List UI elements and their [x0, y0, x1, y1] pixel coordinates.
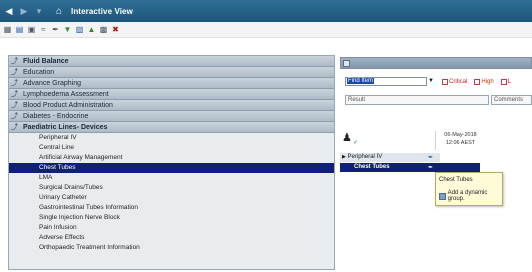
high-checkbox[interactable]: High — [474, 78, 494, 85]
tooltip-title: Chest Tubes — [439, 177, 473, 183]
filter-row: Find Item ▼ Critical High L — [345, 77, 511, 86]
nav-item-chest-tubes[interactable]: Chest Tubes — [9, 163, 334, 173]
section-advance-graphing[interactable]: ⤴ Advance Graphing — [9, 78, 334, 89]
high-label: High — [481, 78, 494, 85]
critical-checkbox[interactable]: Critical — [442, 78, 468, 85]
nav-item-surgical-drains[interactable]: Surgical Drains/Tubes — [9, 183, 334, 193]
nav-item-gi-tubes[interactable]: Gastrointestinal Tubes Information — [9, 203, 334, 213]
section-label: Fluid Balance — [23, 57, 69, 65]
critical-label: Critical — [449, 78, 468, 85]
band-icon: ⤴ — [11, 101, 18, 109]
toolbar: ▦ ▤ ▣ ≈ ✒ ▼ ▨ ▲ ▩ ✖ — [0, 22, 532, 38]
filter-icon[interactable]: ▼ — [63, 25, 72, 34]
checkbox-box[interactable] — [442, 78, 448, 85]
band-icon: ⤴ — [11, 79, 18, 87]
home-icon[interactable]: ⌂ — [53, 4, 65, 18]
tooltip-popup: Chest Tubes Add a dynamic group. — [435, 172, 503, 206]
title-bar: ◀ ▶ ▾ ⌂ Interactive View — [0, 0, 532, 22]
person-icon: ♟ — [342, 132, 352, 144]
section-label: Lymphoedema Assessment — [23, 90, 109, 98]
check-icon: ✓ — [353, 140, 359, 146]
back-icon[interactable]: ◀ — [3, 4, 15, 18]
section-label: Paediatric Lines- Devices — [23, 123, 108, 131]
last-checkbox[interactable]: L — [500, 78, 512, 85]
section-label: Advance Graphing — [23, 79, 81, 87]
chevron-down-icon[interactable]: ▼ — [428, 78, 434, 85]
table-icon[interactable]: ▤ — [15, 25, 24, 34]
add-dynamic-group-item[interactable]: Add a dynamic group. — [439, 190, 502, 202]
app-title: Interactive View — [71, 6, 133, 16]
forward-icon[interactable]: ▶ — [18, 4, 30, 18]
flowsheet-header — [340, 57, 532, 69]
navigator-panel: ⤴ Fluid Balance ⤴ Education ⤴ Advance Gr… — [8, 55, 335, 270]
close-icon[interactable]: ✖ — [111, 25, 120, 34]
row-chest-tubes[interactable]: Chest Tubes — [340, 163, 440, 172]
chart-icon[interactable]: ▲ — [87, 25, 96, 34]
wave-icon[interactable]: ≈ — [39, 25, 48, 34]
section-paediatric-lines[interactable]: ⤴ Paediatric Lines- Devices — [9, 122, 334, 133]
find-item-text: Find Item — [347, 78, 375, 84]
result-column-header[interactable]: Result — [345, 95, 489, 105]
section-education[interactable]: ⤴ Education — [9, 67, 334, 78]
column-date: 06-May-2018 — [444, 132, 477, 138]
form-icon[interactable]: ▨ — [75, 25, 84, 34]
date-column-header[interactable]: 06-May-2018 12:06 AEST — [435, 131, 485, 150]
column-time: 12:06 AEST — [445, 140, 476, 146]
section-label: Education — [23, 68, 55, 76]
group-icon — [439, 192, 446, 200]
band-icon: ⤴ — [11, 112, 18, 120]
properties-icon[interactable]: ▩ — [99, 25, 108, 34]
expand-icon[interactable]: ▶ — [342, 154, 346, 160]
row-label: Chest Tubes — [354, 164, 390, 170]
band-icon: ⤴ — [11, 57, 18, 65]
comments-column-header[interactable]: Comments — [491, 95, 532, 105]
nav-item-peripheral-iv[interactable]: Peripheral IV — [9, 133, 334, 143]
nav-item-orthopaedic[interactable]: Orthopaedic Treatment Information — [9, 243, 334, 253]
nav-item-urinary-catheter[interactable]: Urinary Catheter — [9, 193, 334, 203]
nav-item-lma[interactable]: LMA — [9, 173, 334, 183]
nav-item-central-line[interactable]: Central Line — [9, 143, 334, 153]
history-chevron-down-icon[interactable]: ▾ — [33, 4, 45, 18]
nav-item-adverse-effects[interactable]: Adverse Effects — [9, 233, 334, 243]
section-fluid-balance[interactable]: ⤴ Fluid Balance — [9, 56, 334, 67]
band-icon: ⤴ — [11, 123, 18, 131]
section-blood-product[interactable]: ⤴ Blood Product Administration — [9, 100, 334, 111]
pencil-icon[interactable]: ✒ — [51, 25, 60, 34]
section-label: Blood Product Administration — [23, 101, 113, 109]
row-peripheral-iv[interactable]: ▶ Peripheral IV — [340, 153, 440, 162]
band-icon: ⤴ — [11, 90, 18, 98]
row-label: Peripheral IV — [347, 154, 383, 160]
edit-icon[interactable]: ✒ — [428, 164, 437, 172]
find-item-select[interactable]: Find Item ▼ — [345, 77, 434, 86]
checkbox-box[interactable] — [474, 78, 481, 85]
last-label: L — [507, 78, 512, 85]
section-diabetes[interactable]: ⤴ Diabetes - Endocrine — [9, 111, 334, 122]
checkbox-box[interactable] — [500, 78, 507, 85]
nav-item-pain-infusion[interactable]: Pain Infusion — [9, 223, 334, 233]
section-label: Diabetes - Endocrine — [23, 112, 89, 120]
add-dynamic-group-label: Add a dynamic group. — [447, 190, 488, 202]
band-icon: ⤴ — [11, 68, 18, 76]
nav-item-airway[interactable]: Artificial Airway Management — [9, 153, 334, 163]
grid-icon[interactable]: ▦ — [3, 25, 12, 34]
flowsheet-panel: Find Item ▼ Critical High L Result Comme… — [340, 69, 532, 272]
document-icon[interactable]: ▣ — [27, 25, 36, 34]
section-lymphoedema[interactable]: ⤴ Lymphoedema Assessment — [9, 89, 334, 100]
edit-icon[interactable]: ✒ — [428, 154, 437, 162]
nav-item-nerve-block[interactable]: Single Injection Nerve Block — [9, 213, 334, 223]
collapse-icon[interactable] — [343, 60, 350, 67]
